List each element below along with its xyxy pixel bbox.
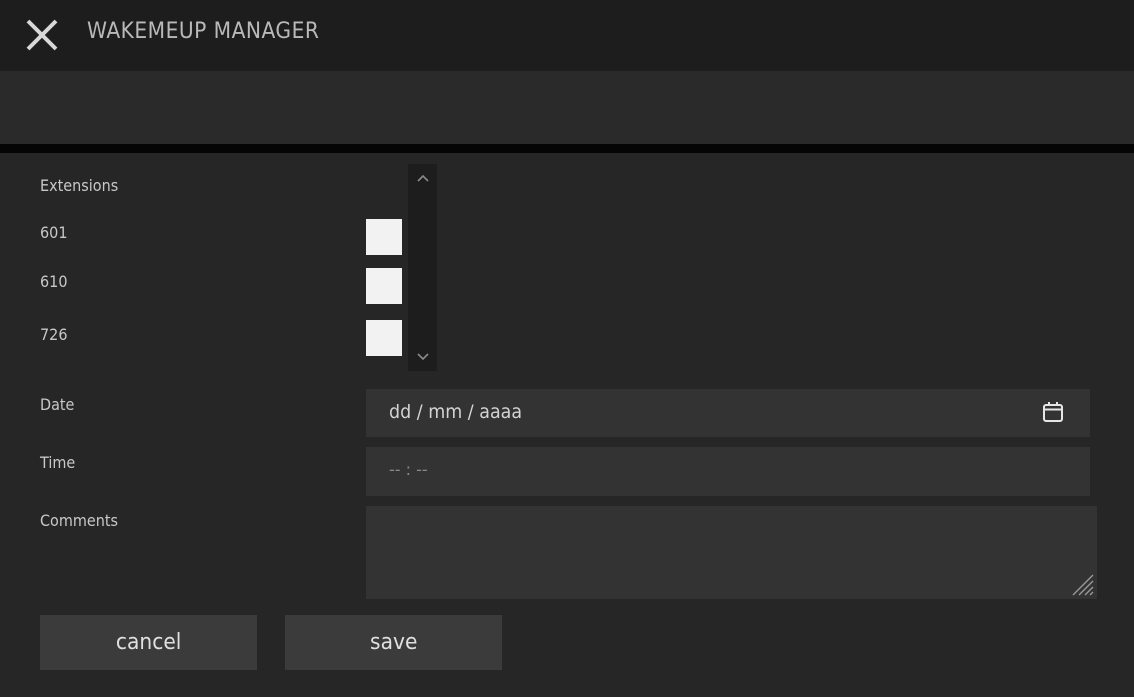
chevron-down-icon <box>416 353 429 361</box>
date-input[interactable]: dd / mm / aaaa <box>366 389 1090 437</box>
header-divider <box>0 144 1134 153</box>
toolbar-band <box>0 71 1134 144</box>
extension-610-checkbox[interactable] <box>366 268 402 304</box>
extensions-label: Extensions <box>40 176 119 195</box>
extension-601-label: 601 <box>40 223 68 242</box>
extension-726-checkbox[interactable] <box>366 320 402 356</box>
chevron-up-icon <box>416 174 429 182</box>
cancel-button[interactable]: cancel <box>40 615 257 670</box>
window-title: WAKEMEUP MANAGER <box>87 19 320 44</box>
extension-726-label: 726 <box>40 325 68 344</box>
scroll-down-button[interactable] <box>408 345 437 369</box>
extension-610-label: 610 <box>40 272 68 291</box>
calendar-icon[interactable] <box>1042 401 1064 423</box>
close-button[interactable] <box>22 17 62 53</box>
time-placeholder: -- : -- <box>389 460 428 479</box>
date-placeholder: dd / mm / aaaa <box>389 401 523 423</box>
time-label: Time <box>40 453 76 472</box>
title-bar: WAKEMEUP MANAGER <box>0 0 1134 71</box>
save-button[interactable]: save <box>285 615 502 670</box>
comments-label: Comments <box>40 511 119 530</box>
resize-grip-icon[interactable] <box>1069 571 1095 597</box>
comments-textarea[interactable] <box>366 506 1097 599</box>
time-input[interactable]: -- : -- <box>366 447 1090 496</box>
save-button-label: save <box>369 630 418 655</box>
date-label: Date <box>40 395 75 414</box>
scroll-up-button[interactable] <box>408 166 437 190</box>
cancel-button-label: cancel <box>115 630 182 655</box>
extensions-scrollbar[interactable] <box>408 164 437 371</box>
extension-601-checkbox[interactable] <box>366 219 402 255</box>
close-icon[interactable] <box>22 17 62 53</box>
